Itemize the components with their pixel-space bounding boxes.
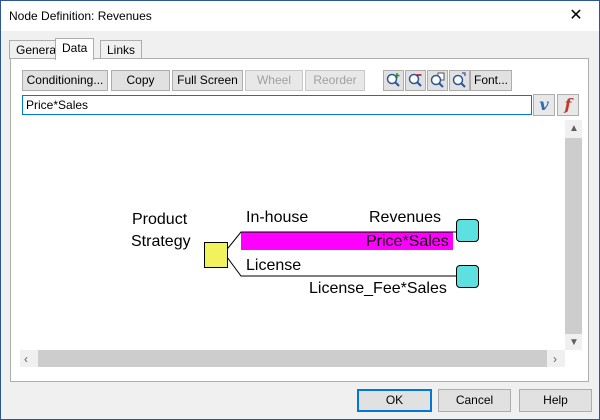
scroll-up-icon[interactable]: ▲ bbox=[569, 123, 579, 134]
branch-value-license-fee: License_Fee*Sales bbox=[309, 280, 447, 297]
horizontal-scroll-thumb[interactable] bbox=[38, 350, 547, 367]
f-icon[interactable]: f bbox=[557, 94, 579, 116]
cancel-button[interactable]: Cancel bbox=[438, 389, 511, 412]
tab-links-label: Links bbox=[107, 43, 136, 57]
zoom-fit-icon[interactable] bbox=[449, 70, 470, 91]
tab-data[interactable]: Data bbox=[55, 38, 95, 60]
zoom-in-icon[interactable] bbox=[383, 70, 404, 91]
decision-label-line2: Strategy bbox=[131, 233, 191, 250]
font-button[interactable]: Font... bbox=[470, 70, 512, 91]
vertical-scroll-thumb[interactable] bbox=[565, 138, 582, 334]
node-label-revenues: Revenues bbox=[369, 209, 442, 226]
tab-general-label: General bbox=[16, 43, 59, 57]
branch-value-price-sales: Price*Sales bbox=[366, 233, 449, 250]
full-screen-button[interactable]: Full Screen bbox=[172, 70, 243, 91]
copy-button[interactable]: Copy bbox=[111, 70, 170, 91]
window-title: Node Definition: Revenues bbox=[9, 9, 152, 23]
terminal-node-license[interactable] bbox=[456, 265, 479, 288]
ok-button[interactable]: OK bbox=[357, 389, 432, 412]
formula-input[interactable]: Price*Sales bbox=[22, 95, 532, 115]
close-icon[interactable]: ✕ bbox=[553, 1, 599, 31]
tree-canvas[interactable] bbox=[20, 120, 565, 350]
help-button[interactable]: Help bbox=[519, 389, 592, 412]
scroll-left-icon[interactable]: ‹ bbox=[24, 352, 28, 366]
terminal-node-revenues[interactable] bbox=[456, 219, 479, 242]
zoom-out-icon[interactable] bbox=[405, 70, 426, 91]
tab-data-label: Data bbox=[62, 41, 88, 55]
wheel-button[interactable]: Wheel bbox=[245, 70, 303, 91]
reorder-button[interactable]: Reorder bbox=[305, 70, 365, 91]
decision-label-line1: Product bbox=[132, 211, 188, 228]
conditioning-button[interactable]: Conditioning... bbox=[22, 70, 108, 91]
branch-label-in-house: In-house bbox=[246, 209, 309, 226]
zoom-page-icon[interactable] bbox=[427, 70, 448, 91]
decision-node[interactable] bbox=[204, 242, 228, 268]
tree-lines bbox=[223, 231, 458, 277]
branch-label-license: License bbox=[246, 257, 302, 274]
title-bar: Node Definition: Revenues ✕ bbox=[1, 1, 599, 31]
scroll-down-icon[interactable]: ▼ bbox=[569, 337, 579, 348]
tab-links[interactable]: Links bbox=[100, 40, 143, 59]
v-icon[interactable]: v bbox=[533, 94, 555, 116]
scroll-right-icon[interactable]: › bbox=[553, 352, 557, 366]
